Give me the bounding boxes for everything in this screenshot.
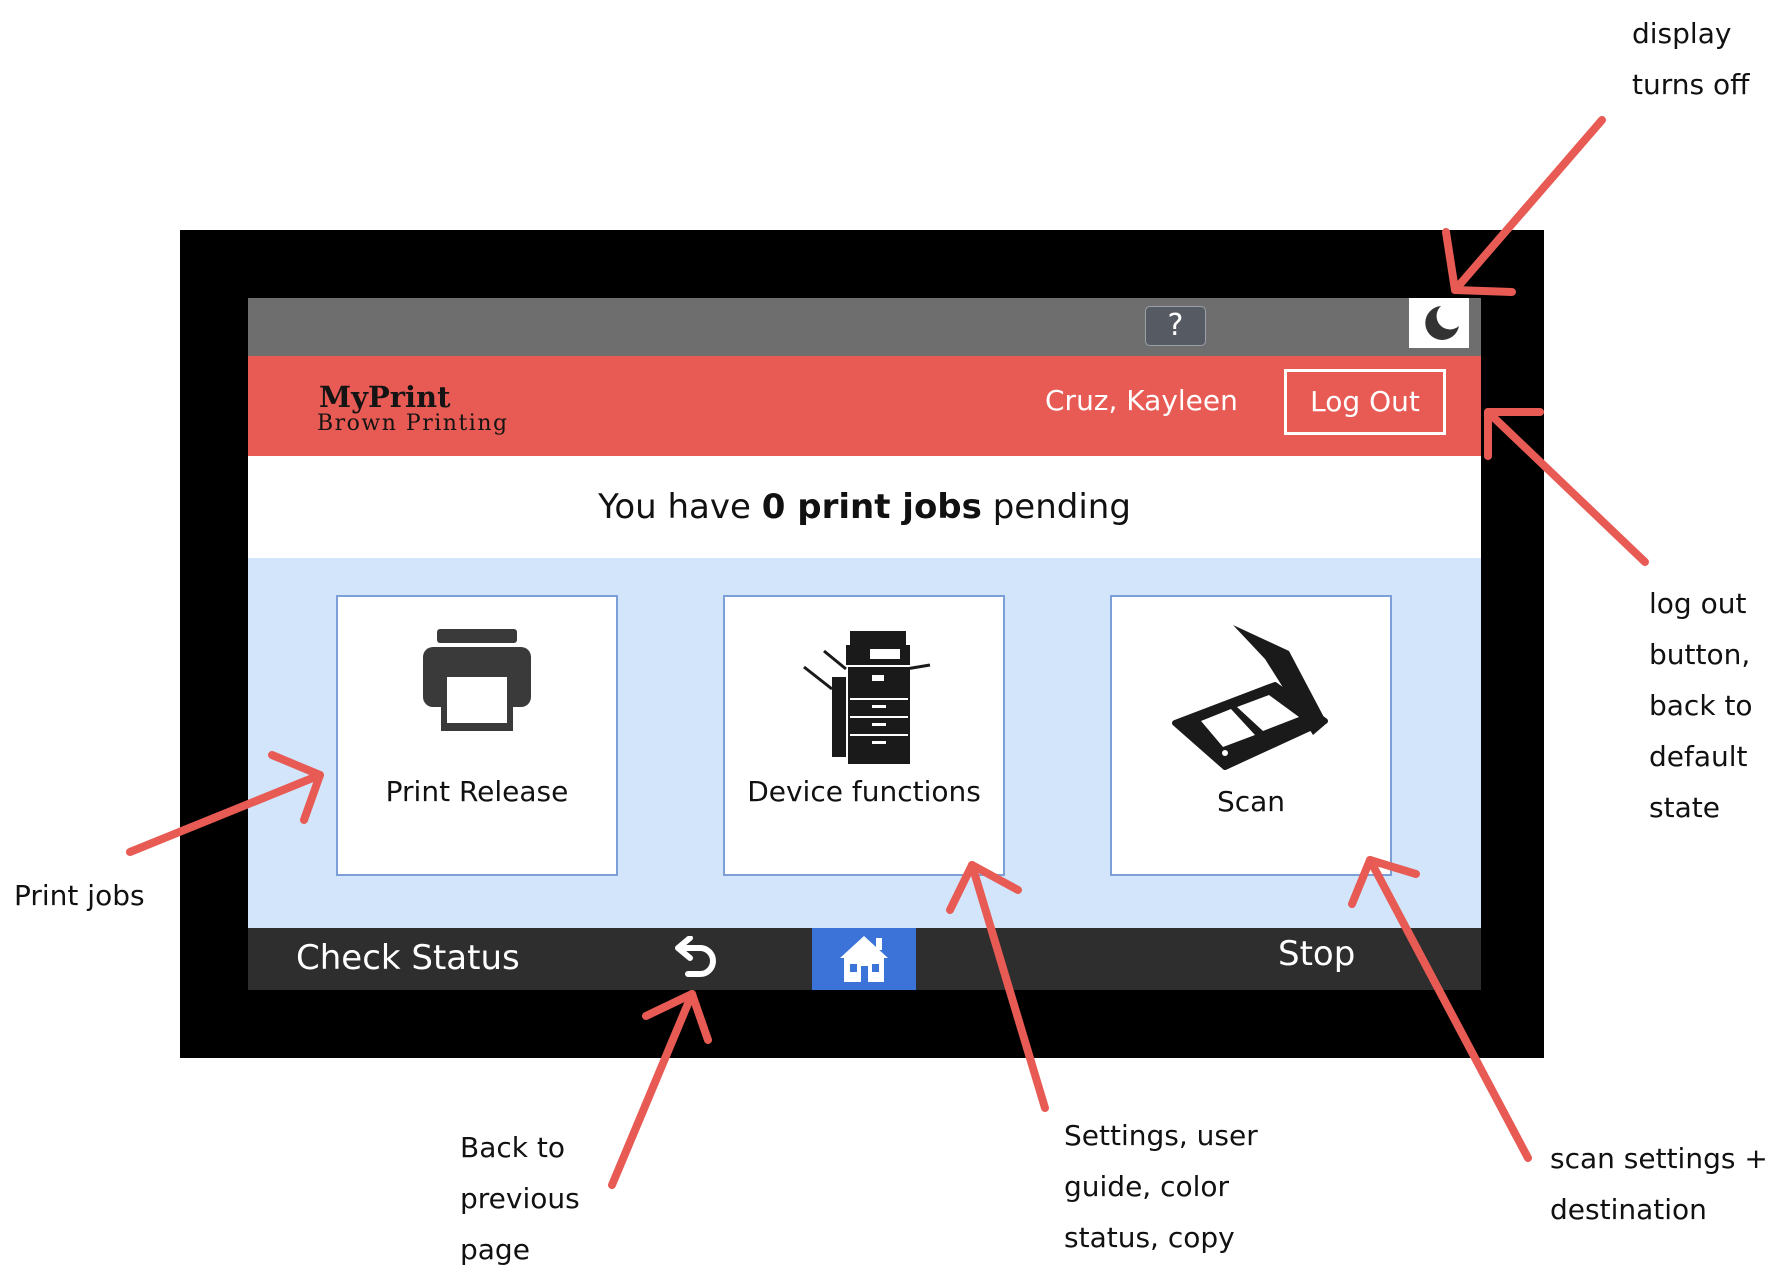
annotation-line: scan settings + bbox=[1550, 1142, 1768, 1175]
annotation-line: display bbox=[1632, 17, 1732, 50]
annotation-line: previous bbox=[460, 1182, 580, 1215]
annotation-device: Settings, user guide, color status, copy bbox=[1064, 1110, 1258, 1263]
arrow-back bbox=[608, 990, 712, 1189]
annotation-line: page bbox=[460, 1233, 530, 1266]
arrow-device bbox=[946, 861, 1049, 1112]
annotation-line: guide, color bbox=[1064, 1170, 1230, 1203]
annotation-scan: scan settings + destination bbox=[1550, 1133, 1768, 1235]
arrow-display-off bbox=[1442, 116, 1606, 296]
annotation-display-off: display turns off bbox=[1632, 8, 1749, 110]
annotation-line: button, bbox=[1649, 638, 1751, 671]
annotation-logout: log out button, back to default state bbox=[1649, 578, 1753, 833]
annotation-line: status, copy bbox=[1064, 1221, 1235, 1254]
arrow-logout bbox=[1484, 408, 1649, 566]
annotation-back: Back to previous page bbox=[460, 1122, 580, 1275]
annotation-line: log out bbox=[1649, 587, 1747, 620]
annotation-line: turns off bbox=[1632, 68, 1750, 101]
annotation-line: back to bbox=[1649, 689, 1753, 722]
annotation-print-jobs: Print jobs bbox=[14, 870, 145, 921]
annotation-line: default bbox=[1649, 740, 1748, 773]
arrow-scan bbox=[1348, 856, 1532, 1162]
annotation-line: state bbox=[1649, 791, 1720, 824]
arrow-print-jobs bbox=[126, 751, 324, 856]
annotation-line: Settings, user bbox=[1064, 1119, 1258, 1152]
annotation-arrows bbox=[126, 116, 1649, 1189]
annotation-line: destination bbox=[1550, 1193, 1707, 1226]
annotation-line: Print jobs bbox=[14, 879, 145, 912]
annotation-line: Back to bbox=[460, 1131, 565, 1164]
